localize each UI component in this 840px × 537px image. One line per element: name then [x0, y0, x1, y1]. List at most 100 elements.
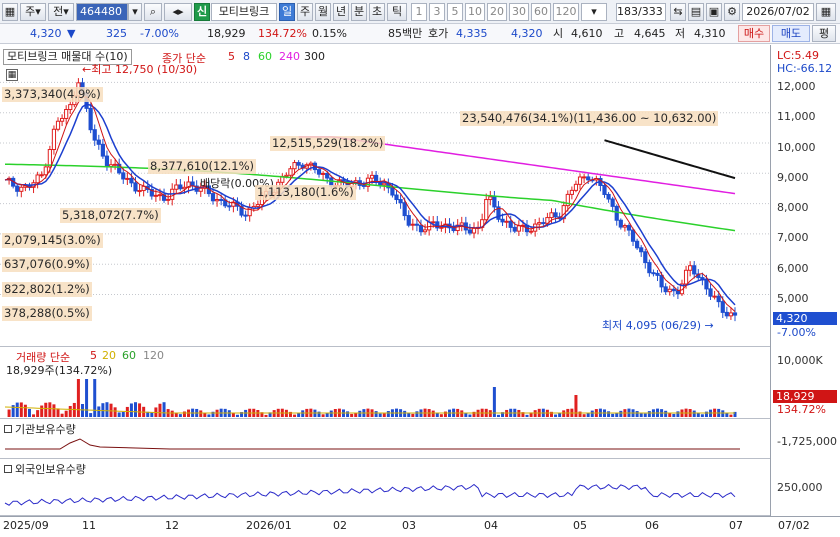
calendar-icon[interactable]: ▦ [816, 3, 836, 21]
code-input[interactable]: 464480 [76, 3, 128, 21]
volume-bar [178, 414, 182, 417]
ma300-legend[interactable]: 300 [304, 50, 325, 63]
interval-20[interactable]: 20 [487, 3, 507, 21]
candle [683, 269, 689, 285]
eval-button[interactable]: 평 [812, 25, 836, 42]
candle [516, 225, 521, 232]
volume-bar [692, 410, 696, 417]
foreign-axis[interactable]: 250,000 [770, 459, 840, 516]
tab-week[interactable]: 주 [297, 3, 313, 21]
volume-bar [162, 402, 166, 417]
vol-ma5-legend[interactable]: 5 [90, 349, 97, 362]
tab-month[interactable]: 월 [315, 3, 331, 21]
vol-ma60-legend[interactable]: 60 [122, 349, 136, 362]
interval-3[interactable]: 3 [429, 3, 445, 21]
volume-bar [27, 408, 31, 417]
candle [296, 162, 301, 166]
low-marker: 최저 4,095 (06/29) → [602, 319, 714, 332]
sound-icon[interactable]: ◂▸ [164, 3, 192, 21]
chart-save-icon[interactable]: ▣ [706, 3, 722, 21]
volume-panel[interactable]: 거래량 단순 5 20 60 120 18,929주(134.72%) [0, 347, 770, 419]
volume-bar [439, 414, 443, 417]
ma60-legend[interactable]: 60 [258, 50, 272, 63]
tab-second[interactable]: 초 [369, 3, 385, 21]
tab-day[interactable]: 일 [279, 3, 295, 21]
range-label: 전 [53, 5, 64, 18]
vol-ma20-legend[interactable]: 20 [102, 349, 116, 362]
candle [663, 286, 668, 293]
interval-60[interactable]: 60 [531, 3, 551, 21]
candle [325, 172, 330, 179]
panel-menu-icon[interactable]: ▦ [6, 69, 18, 81]
tab-year[interactable]: 년 [333, 3, 349, 21]
quote-high: 4,645 [634, 27, 666, 40]
candle [219, 199, 224, 202]
date-field[interactable]: 2026/07/02 [742, 3, 814, 21]
volume-bar [407, 413, 411, 417]
search-icon[interactable]: ⌕ [144, 3, 162, 21]
price-chart-panel[interactable]: 모티브링크 매물대 수(10) 종가 단순 5 8 60 240 300 ▦ ←… [0, 45, 770, 347]
data-counter: 183/333 [616, 3, 666, 21]
volume-bar [7, 409, 11, 417]
ma240-legend[interactable]: 240 [279, 50, 300, 63]
candle [614, 205, 619, 221]
interval-10[interactable]: 10 [465, 3, 485, 21]
x-axis[interactable]: 2025/09 11 12 2026/01 02 03 04 05 06 07 … [0, 516, 840, 537]
price-axis[interactable]: LC:5.49 HC:-66.12 12,000 11,000 10,000 9… [770, 45, 840, 347]
foreign-panel[interactable]: 외국인보유수량 [0, 459, 770, 516]
interval-1[interactable]: 1 [411, 3, 427, 21]
volume-bar [40, 405, 44, 417]
interval-5[interactable]: 5 [447, 3, 463, 21]
volume-bar [256, 410, 260, 417]
volume-bar [578, 411, 582, 417]
settings-icon[interactable]: ⚙ [724, 3, 740, 21]
interval-30[interactable]: 30 [509, 3, 529, 21]
candle [606, 193, 611, 200]
candle [178, 184, 183, 190]
candle [708, 288, 713, 297]
interval-120[interactable]: 120 [553, 3, 579, 21]
candle [47, 149, 52, 168]
volume-bar [97, 406, 101, 417]
sell-button[interactable]: 매도 [772, 25, 810, 42]
buy-button[interactable]: 매수 [738, 25, 770, 42]
tab-minute[interactable]: 분 [351, 3, 367, 21]
profile-level-3: 12,515,529(18.2%) [270, 136, 386, 151]
quote-volume-ratio: 134.72% [258, 27, 307, 40]
candle [166, 198, 171, 201]
toolbar: ▦ 주▾ 전▾ 464480 ▾ ⌕ ◂▸ 신 모티브링크 일 주 월 년 분 … [0, 0, 840, 24]
code-dropdown-icon[interactable]: ▾ [128, 3, 142, 21]
high-label: 고 [614, 27, 625, 40]
volume-bar [435, 413, 439, 417]
profile-level-2: 23,540,476(34.1%)(11,436.00 ~ 10,632.00) [460, 111, 719, 126]
scroll-left-icon[interactable]: ⇆ [670, 3, 686, 21]
institution-title-text: 기관보유수량 [15, 423, 76, 436]
grid-icon[interactable]: ▤ [688, 3, 704, 21]
candle [431, 221, 436, 224]
institution-axis[interactable]: -1,725,000 [770, 419, 840, 459]
candle [512, 226, 517, 232]
quote-price: 4,320 [30, 27, 62, 40]
volume-bar [635, 411, 639, 417]
profile-level-9: 822,802(1.2%) [2, 282, 92, 297]
institution-panel[interactable]: 기관보유수량 [0, 419, 770, 459]
candle [406, 215, 411, 226]
foreign-svg [4, 483, 736, 506]
volume-bar [672, 413, 676, 417]
candle [39, 174, 44, 177]
ma5-legend[interactable]: 5 [228, 50, 235, 63]
custom-interval-select[interactable]: ▾ [581, 3, 607, 21]
range-select[interactable]: 전▾ [48, 3, 74, 21]
candle [210, 193, 216, 202]
ma8-legend[interactable]: 8 [243, 50, 250, 63]
volume-axis[interactable]: 10,000K 18,929 134.72% [770, 347, 840, 419]
volume-bar [272, 410, 276, 417]
volume-bar [676, 411, 680, 417]
volume-bar [525, 414, 529, 417]
menu-grid-icon[interactable]: ▦ [2, 3, 18, 21]
tab-tick[interactable]: 틱 [387, 3, 407, 21]
volume-bar [19, 402, 23, 417]
credit-badge[interactable]: 신 [194, 3, 210, 21]
period-select[interactable]: 주▾ [20, 3, 46, 21]
vol-ma120-legend[interactable]: 120 [143, 349, 164, 362]
